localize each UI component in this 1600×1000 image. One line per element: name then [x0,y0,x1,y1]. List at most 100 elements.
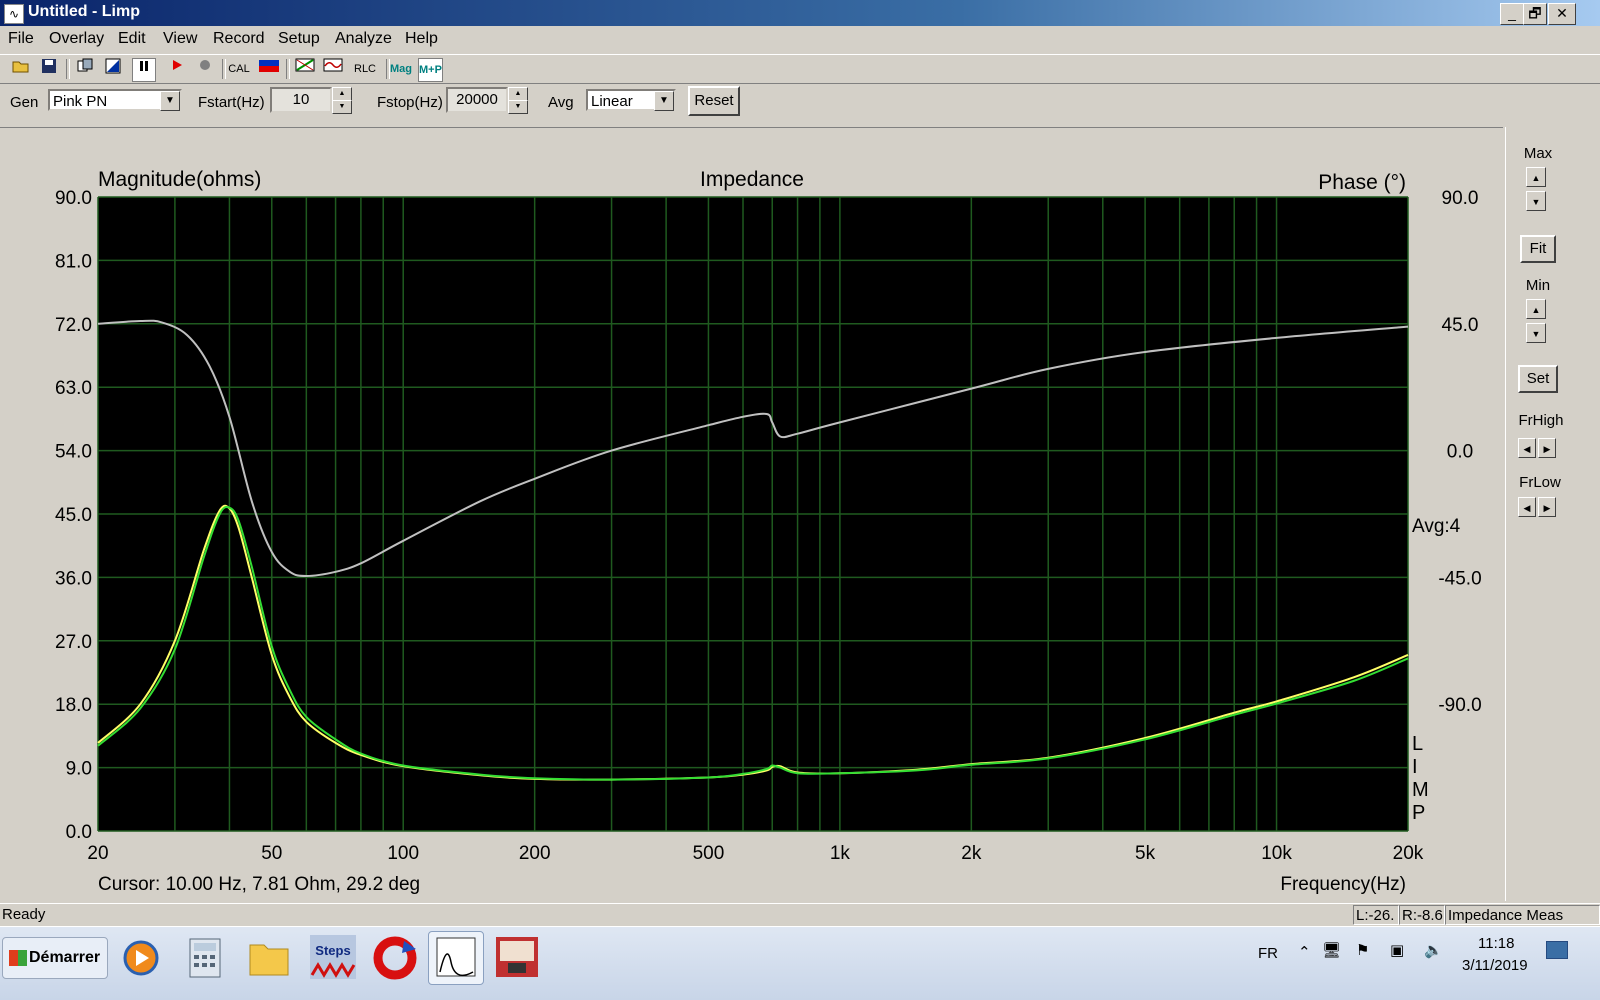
video-app-icon[interactable] [490,931,544,983]
y-tick-label: 54.0 [55,442,92,463]
right-level: R:-8.6 [1399,905,1445,925]
x-tick-label: 500 [693,843,725,864]
fstart-input[interactable]: 10 [270,87,332,113]
maximize-button[interactable]: 🗗 [1523,3,1547,25]
max-label: Max [1523,145,1553,162]
limp-app-icon[interactable] [428,931,484,985]
y-tick-label: 72.0 [55,315,92,336]
set-button[interactable]: Set [1518,365,1558,393]
fstop-label: Fstop(Hz) [377,94,443,111]
mag-phase-button[interactable]: M+P [418,58,443,82]
avg-select[interactable]: Linear ▼ [586,89,676,111]
steps-label: Steps [315,943,350,958]
taskbar: Démarrer Steps FR ⌃ 🖥 ⚑ ▣ 🔈 11:18 3/11/2… [0,926,1600,1000]
chevron-up-icon[interactable]: ⌃ [1298,943,1311,961]
calibration-color-icon[interactable] [258,58,280,80]
generator-select[interactable]: Pink PN ▼ [48,89,182,111]
flag-icon[interactable]: ⚑ [1356,941,1369,959]
fstop-down-icon[interactable]: ▼ [508,100,528,114]
menu-edit[interactable]: Edit [118,30,146,48]
menu-view[interactable]: View [163,30,197,48]
frlow-left-icon[interactable]: ◀ [1518,497,1536,517]
steps-app-icon[interactable]: Steps [306,931,360,983]
menu-setup[interactable]: Setup [278,30,320,48]
fstop-up-icon[interactable]: ▲ [508,87,528,101]
y2-tick-label: 45.0 [1442,315,1479,336]
fstart-down-icon[interactable]: ▼ [332,100,352,114]
x-axis-title: Frequency(Hz) [1280,874,1406,895]
fstop-input[interactable]: 20000 [446,87,508,113]
mag-button[interactable]: Mag [390,58,412,80]
menu-record[interactable]: Record [213,30,265,48]
folder-icon[interactable] [242,931,296,983]
save-icon[interactable] [38,58,60,80]
avg-count-label: Avg:4 [1412,516,1461,537]
rlc-button[interactable]: RLC [354,58,376,80]
menu-bar: File Overlay Edit View Record Setup Anal… [0,26,1600,52]
mode-indicator: Impedance Meas [1445,905,1600,925]
menu-file[interactable]: File [8,30,34,48]
open-folder-icon[interactable] [10,58,32,80]
frlow-right-icon[interactable]: ▶ [1538,497,1556,517]
language-indicator[interactable]: FR [1258,945,1278,962]
fstart-label: Fstart(Hz) [198,94,265,111]
chart-title: Impedance [700,168,804,191]
y-tick-label: 81.0 [55,251,92,272]
x-tick-label: 5k [1135,843,1156,864]
x-tick-label: 200 [519,843,551,864]
menu-help[interactable]: Help [405,30,438,48]
copy-icon[interactable] [74,58,96,80]
side-letter-m: M [1412,779,1429,801]
close-button[interactable]: ✕ [1548,3,1576,25]
refresh-app-icon[interactable] [368,931,422,983]
graph-settings-icon[interactable] [102,58,124,80]
media-player-icon[interactable] [114,931,168,983]
fstart-up-icon[interactable]: ▲ [332,87,352,101]
y-tick-label: 36.0 [55,568,92,589]
minimize-button[interactable]: _ [1500,3,1524,25]
y2-tick-label: 90.0 [1442,188,1479,209]
side-letter-i: I [1412,756,1418,778]
network-icon[interactable]: 🖥 [1322,941,1341,959]
cal-button[interactable]: CAL [228,58,250,80]
max-down-icon[interactable]: ▼ [1526,191,1546,211]
menu-analyze[interactable]: Analyze [335,30,392,48]
avg-label: Avg [548,94,574,111]
min-up-icon[interactable]: ▲ [1526,299,1546,319]
clock-time[interactable]: 11:18 [1478,935,1514,952]
chevron-down-icon[interactable]: ▼ [160,91,180,111]
x-tick-label: 100 [387,843,419,864]
record-icon[interactable] [194,58,216,80]
cursor-readout: Cursor: 10.00 Hz, 7.81 Ohm, 29.2 deg [98,874,420,895]
frlow-label: FrLow [1519,474,1561,491]
frhigh-right-icon[interactable]: ▶ [1538,438,1556,458]
play-icon[interactable] [166,58,188,80]
fit-button[interactable]: Fit [1520,235,1556,263]
show-desktop-icon[interactable] [1546,941,1568,959]
menu-overlay[interactable]: Overlay [49,30,104,48]
plot-panel: 20 50 100 200 500 1k 2k 5k 10k 20k 0.0 9.0 18.0 27.0 3… [0,127,1503,902]
window-title: Untitled - Limp [28,3,140,20]
app-icon[interactable]: ∿ [4,4,24,24]
pause-icon[interactable] [132,58,156,82]
avg-value: Linear [591,93,633,110]
chevron-down-icon[interactable]: ▼ [654,91,674,111]
frhigh-label: FrHigh [1518,412,1564,429]
power-icon[interactable]: ▣ [1390,941,1404,959]
red-curve-icon[interactable] [322,58,344,80]
calculator-icon[interactable] [178,931,232,983]
y-tick-label: 27.0 [55,632,92,653]
reset-button[interactable]: Reset [688,86,740,116]
frhigh-left-icon[interactable]: ◀ [1518,438,1536,458]
max-up-icon[interactable]: ▲ [1526,167,1546,187]
side-letter-p: P [1412,802,1425,824]
min-down-icon[interactable]: ▼ [1526,323,1546,343]
volume-icon[interactable]: 🔈 [1424,941,1443,959]
gen-label: Gen [10,94,39,111]
status-text: Ready [2,906,46,923]
clock-date[interactable]: 3/11/2019 [1462,957,1528,974]
start-button[interactable]: Démarrer [2,937,108,979]
impedance-chart[interactable]: 20 50 100 200 500 1k 2k 5k 10k 20k 0.0 9.0 18.0 27.0 3… [0,128,1503,902]
green-curve-icon[interactable] [294,58,316,80]
generator-value: Pink PN [53,93,108,110]
